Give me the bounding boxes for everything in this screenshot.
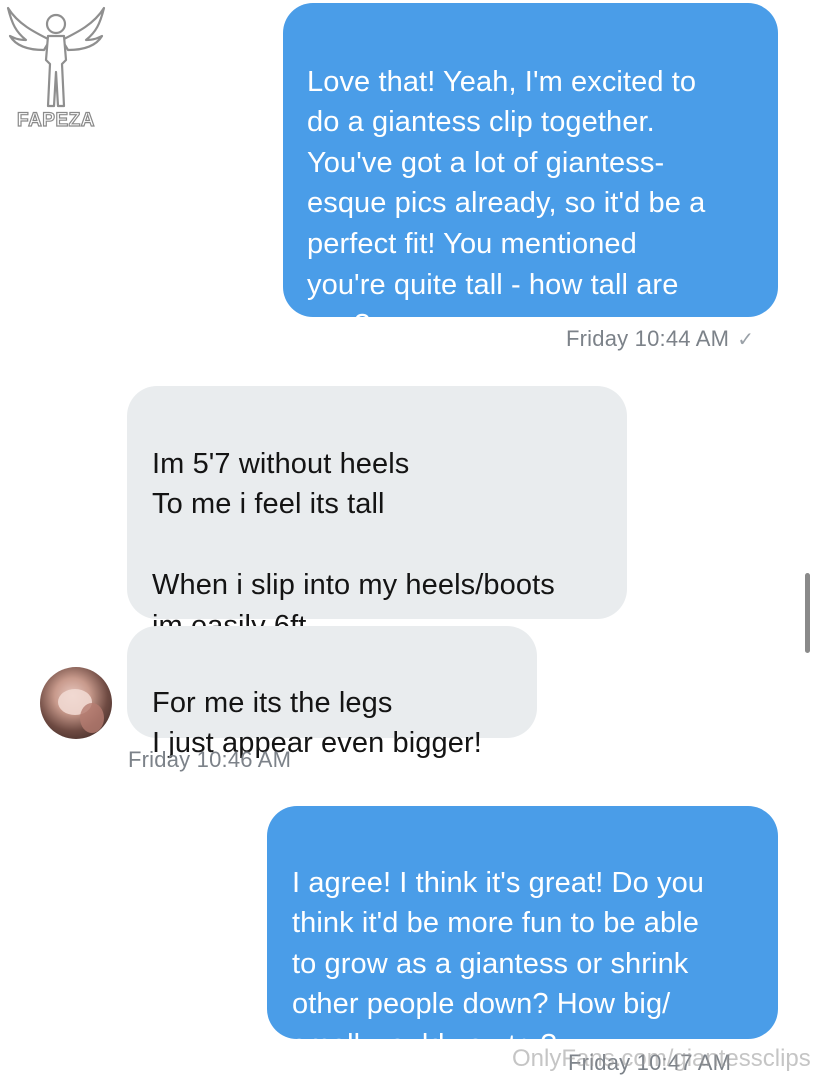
- outgoing-message-bubble[interactable]: Love that! Yeah, I'm excited to do a gia…: [283, 3, 778, 341]
- message-timestamp: Friday 10:44 AM ✓: [566, 326, 754, 352]
- incoming-message-bubble[interactable]: Im 5'7 without heels To me i feel its ta…: [127, 386, 627, 642]
- fapeza-logo: FAPEZA: [4, 2, 108, 136]
- timestamp-text: Friday 10:44 AM: [566, 326, 730, 351]
- chat-screen: FAPEZA Love that! Yeah, I'm excited to d…: [0, 0, 818, 1080]
- footer-watermark: OnlyFans.com/giantessclips: [512, 1045, 811, 1072]
- outgoing-message-bubble[interactable]: I agree! I think it's great! Do you thin…: [267, 806, 778, 1061]
- checkmark-icon: ✓: [737, 329, 755, 351]
- message-text: Im 5'7 without heels To me i feel its ta…: [152, 447, 555, 642]
- logo-text: FAPEZA: [16, 109, 95, 131]
- avatar[interactable]: [40, 667, 112, 739]
- timestamp-text: Friday 10:46 AM: [128, 747, 292, 772]
- message-text: I agree! I think it's great! Do you thin…: [292, 866, 705, 1061]
- message-timestamp: Friday 10:46 AM: [128, 747, 291, 773]
- incoming-message-bubble[interactable]: For me its the legs I just appear even b…: [127, 626, 537, 759]
- message-text: Love that! Yeah, I'm excited to do a gia…: [307, 65, 706, 342]
- scrollbar[interactable]: [805, 573, 810, 653]
- winged-figure-icon: [6, 6, 106, 108]
